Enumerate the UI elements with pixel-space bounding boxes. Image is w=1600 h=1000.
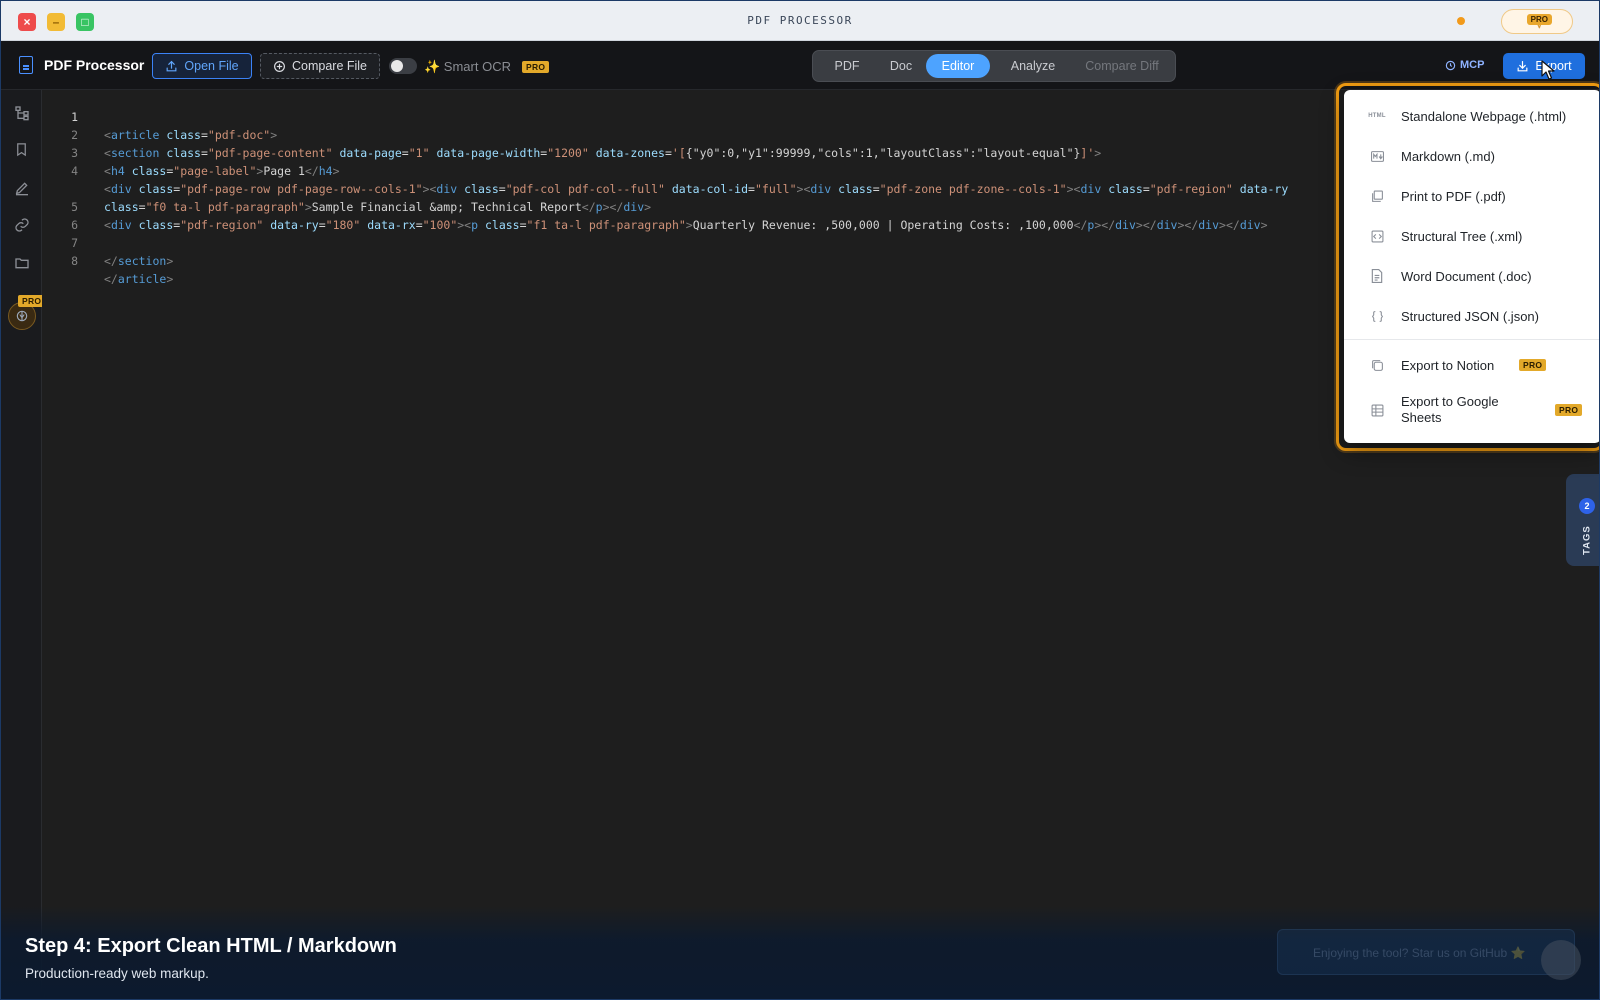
html-icon: HTML [1368, 113, 1386, 119]
edit-icon[interactable] [13, 179, 30, 196]
step-title: Step 4: Export Clean HTML / Markdown [25, 935, 397, 957]
app-name: PDF Processor [44, 57, 145, 73]
tab-analyze[interactable]: Analyze [998, 54, 1068, 78]
avatar[interactable] [1541, 940, 1581, 980]
tree-icon[interactable] [13, 104, 30, 121]
menu-item-export-xml[interactable]: Structural Tree (.xml) [1344, 225, 1599, 247]
download-icon [1517, 60, 1528, 71]
app-window: × – □ PDF PROCESSOR PRO PDF Processor Op… [0, 0, 1600, 1000]
document-icon [1370, 269, 1384, 283]
upload-icon [166, 60, 177, 71]
pro-badge: PRO [1526, 14, 1552, 25]
view-mode-switcher: PDF Doc Editor Analyze Compare Diff [812, 50, 1176, 82]
tags-label: TAGS [1581, 525, 1593, 555]
menu-item-export-html[interactable]: HTML Standalone Webpage (.html) [1344, 105, 1599, 127]
step-subtitle: Production-ready web markup. [25, 966, 209, 981]
status-indicator [1457, 17, 1465, 25]
menu-divider [1344, 339, 1599, 340]
clock-icon [1445, 60, 1456, 70]
notion-icon [1370, 358, 1384, 372]
pdf-icon [1370, 189, 1384, 203]
menu-item-export-doc[interactable]: Word Document (.doc) [1344, 265, 1599, 287]
link-icon[interactable] [13, 216, 30, 233]
pro-badge: PRO [1519, 359, 1547, 371]
smart-ocr-toggle[interactable] [389, 58, 417, 74]
feedback-send-button[interactable]: PRO [1501, 9, 1573, 34]
table-icon [1370, 403, 1384, 417]
menu-item-export-markdown[interactable]: Markdown (.md) [1344, 145, 1599, 167]
menu-item-label: Export to Google Sheets [1401, 394, 1499, 425]
plus-circle-icon [274, 60, 285, 72]
tab-pdf[interactable]: PDF [825, 54, 869, 78]
menu-item-export-google-sheets[interactable]: Export to Google Sheets PRO [1344, 392, 1599, 428]
menu-item-label: Export to Notion [1401, 357, 1495, 373]
menu-item-export-notion[interactable]: Export to Notion PRO [1344, 354, 1599, 376]
tags-count-badge: 2 [1579, 498, 1595, 514]
mouse-cursor-icon [1541, 60, 1555, 80]
code-icon [1370, 229, 1384, 243]
toast-text: Enjoying the tool? Star us on GitHub ⭐ [1313, 946, 1526, 960]
tab-compare-diff[interactable]: Compare Diff [1075, 54, 1169, 78]
tab-editor[interactable]: Editor [926, 54, 990, 78]
menu-item-label: Structured JSON (.json) [1401, 308, 1539, 324]
menu-item-label: Structural Tree (.xml) [1401, 228, 1523, 244]
braces-icon [1370, 309, 1384, 323]
compare-file-button[interactable]: Compare File [260, 53, 380, 79]
menu-item-label: Word Document (.doc) [1401, 268, 1532, 284]
document-icon [19, 56, 33, 74]
menu-item-print-pdf[interactable]: Print to PDF (.pdf) [1344, 185, 1599, 207]
smart-ocr-label: ✨ Smart OCR [424, 59, 511, 74]
open-file-label: Open File [184, 59, 239, 73]
line-number: 8 [71, 254, 78, 268]
left-sidebar: PRO [1, 90, 46, 999]
open-file-button[interactable]: Open File [152, 53, 252, 79]
pro-badge: PRO [522, 61, 550, 73]
compare-file-label: Compare File [291, 59, 368, 73]
markdown-icon [1370, 149, 1384, 163]
mcp-button[interactable]: MCP [1445, 59, 1484, 71]
menu-item-label: Markdown (.md) [1401, 148, 1495, 164]
tab-doc[interactable]: Doc [879, 54, 923, 78]
menu-item-label: Standalone Webpage (.html) [1401, 108, 1567, 124]
window-title: PDF PROCESSOR [747, 14, 853, 27]
menu-item-label: Print to PDF (.pdf) [1401, 188, 1506, 204]
folder-icon[interactable] [13, 254, 30, 271]
pro-badge: PRO [1555, 404, 1583, 416]
bookmark-icon[interactable] [13, 141, 30, 158]
title-bar: × – □ PDF PROCESSOR PRO [1, 1, 1599, 41]
brain-icon [16, 310, 28, 322]
tags-panel-tab[interactable]: 2 TAGS [1566, 474, 1599, 566]
mcp-label: MCP [1460, 59, 1485, 71]
menu-item-export-json[interactable]: Structured JSON (.json) [1344, 305, 1599, 327]
export-menu: HTML Standalone Webpage (.html) Markdown… [1344, 90, 1599, 443]
